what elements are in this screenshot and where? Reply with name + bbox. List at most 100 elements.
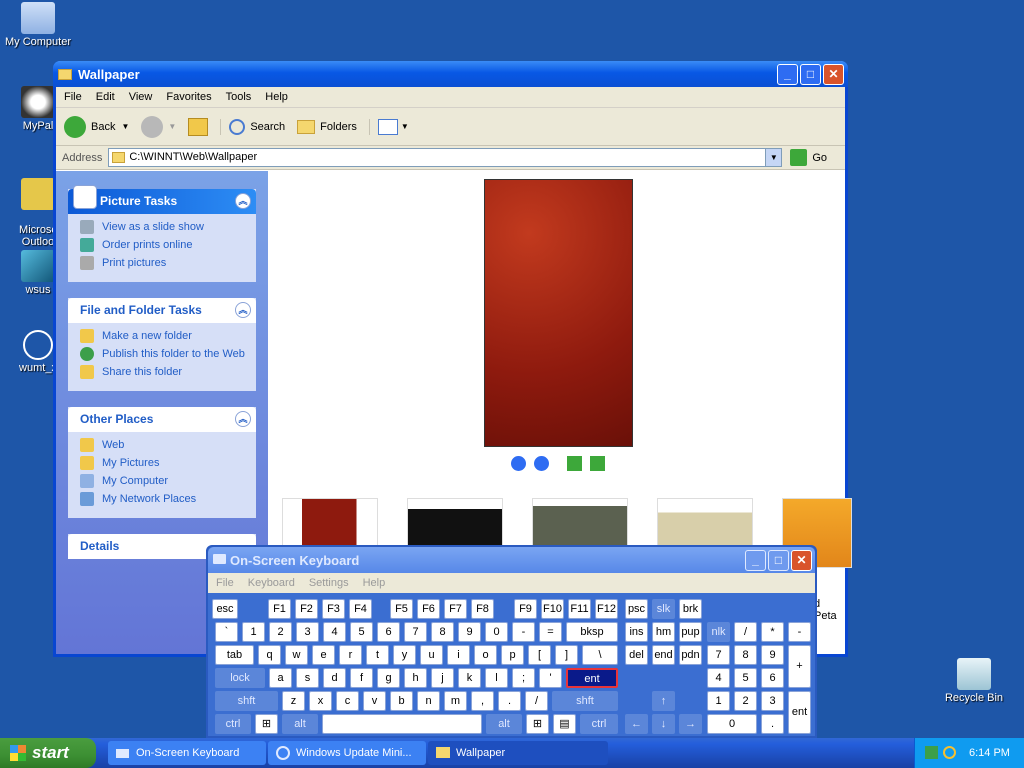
menu-file[interactable]: File bbox=[64, 91, 82, 103]
osk-key[interactable]: e bbox=[312, 645, 335, 665]
osk-key[interactable]: q bbox=[258, 645, 281, 665]
place-my-computer[interactable]: My Computer bbox=[80, 474, 246, 488]
osk-key[interactable]: k bbox=[458, 668, 481, 688]
task-share-folder[interactable]: Share this folder bbox=[80, 365, 246, 379]
task-new-folder[interactable]: Make a new folder bbox=[80, 329, 246, 343]
osk-key[interactable]: F1 bbox=[268, 599, 291, 619]
osk-key[interactable]: 4 bbox=[323, 622, 346, 642]
osk-key[interactable]: t bbox=[366, 645, 389, 665]
osk-key[interactable]: pdn bbox=[679, 645, 702, 665]
maximize-button[interactable]: □ bbox=[800, 63, 821, 85]
osk-key[interactable]: d bbox=[323, 668, 346, 688]
osk-key[interactable]: F6 bbox=[417, 599, 440, 619]
osk-key[interactable]: F8 bbox=[471, 599, 494, 619]
file-folder-tasks-header[interactable]: File and Folder Tasks ︽ bbox=[68, 298, 256, 323]
go-button[interactable]: Go bbox=[790, 149, 827, 166]
osk-key[interactable]: 0 bbox=[707, 714, 757, 734]
osk-maximize-button[interactable]: □ bbox=[768, 549, 789, 571]
osk-key[interactable]: nlk bbox=[707, 622, 730, 642]
osk-key[interactable]: F7 bbox=[444, 599, 467, 619]
osk-key[interactable]: b bbox=[390, 691, 413, 711]
osk-key[interactable]: tab bbox=[215, 645, 254, 665]
osk-key[interactable]: - bbox=[512, 622, 535, 642]
address-dropdown-button[interactable]: ▼ bbox=[765, 149, 782, 166]
picture-tasks-header[interactable]: Picture Tasks ︽ bbox=[68, 185, 256, 214]
osk-key[interactable]: shft bbox=[552, 691, 618, 711]
osk-key[interactable]: . bbox=[498, 691, 521, 711]
collapse-icon[interactable]: ︽ bbox=[235, 302, 251, 318]
osk-key[interactable]: ' bbox=[539, 668, 562, 688]
osk-key[interactable]: = bbox=[539, 622, 562, 642]
osk-key[interactable]: del bbox=[625, 645, 648, 665]
osk-key[interactable]: hm bbox=[652, 622, 675, 642]
osk-key[interactable]: o bbox=[474, 645, 497, 665]
osk-key[interactable]: m bbox=[444, 691, 467, 711]
menu-view[interactable]: View bbox=[129, 91, 153, 103]
osk-key[interactable]: ↑ bbox=[652, 691, 675, 711]
osk-key[interactable]: 7 bbox=[404, 622, 427, 642]
osk-key[interactable]: bksp bbox=[566, 622, 618, 642]
start-button[interactable]: start bbox=[0, 738, 96, 768]
osk-menu-help[interactable]: Help bbox=[363, 577, 386, 589]
osk-key[interactable]: ⊞ bbox=[255, 714, 278, 734]
osk-key[interactable]: brk bbox=[679, 599, 702, 619]
osk-key[interactable]: 2 bbox=[269, 622, 292, 642]
task-order-prints[interactable]: Order prints online bbox=[80, 238, 246, 252]
search-button[interactable]: Search bbox=[220, 118, 285, 135]
osk-key[interactable]: psc bbox=[625, 599, 648, 619]
osk-key[interactable]: . bbox=[761, 714, 784, 734]
menu-help[interactable]: Help bbox=[265, 91, 288, 103]
osk-key[interactable]: 1 bbox=[242, 622, 265, 642]
osk-key[interactable]: ; bbox=[512, 668, 535, 688]
osk-key[interactable]: ctrl bbox=[580, 714, 618, 734]
osk-key[interactable]: ← bbox=[625, 714, 648, 734]
osk-key[interactable]: x bbox=[309, 691, 332, 711]
osk-key[interactable]: 5 bbox=[350, 622, 373, 642]
osk-key[interactable]: / bbox=[734, 622, 757, 642]
osk-minimize-button[interactable]: _ bbox=[745, 549, 766, 571]
rotate-counterclockwise-icon[interactable] bbox=[590, 456, 605, 471]
place-network[interactable]: My Network Places bbox=[80, 492, 246, 506]
menu-edit[interactable]: Edit bbox=[96, 91, 115, 103]
osk-key[interactable]: j bbox=[431, 668, 454, 688]
osk-key[interactable]: u bbox=[420, 645, 443, 665]
other-places-header[interactable]: Other Places ︽ bbox=[68, 407, 256, 432]
osk-key[interactable]: h bbox=[404, 668, 427, 688]
osk-key[interactable]: ins bbox=[625, 622, 648, 642]
tray-search-icon[interactable] bbox=[943, 746, 956, 759]
taskbar-button-windows-update[interactable]: Windows Update Mini... bbox=[268, 741, 426, 765]
osk-key[interactable]: i bbox=[447, 645, 470, 665]
osk-key[interactable]: 7 bbox=[707, 645, 730, 665]
osk-key[interactable]: 6 bbox=[377, 622, 400, 642]
osk-key[interactable]: 6 bbox=[761, 668, 784, 688]
osk-key[interactable]: ↓ bbox=[652, 714, 675, 734]
rotate-clockwise-icon[interactable] bbox=[567, 456, 582, 471]
osk-key[interactable]: p bbox=[501, 645, 524, 665]
osk-key[interactable]: 1 bbox=[707, 691, 730, 711]
task-publish-web[interactable]: Publish this folder to the Web bbox=[80, 347, 246, 361]
osk-key[interactable]: 9 bbox=[458, 622, 481, 642]
osk-key[interactable]: ctrl bbox=[215, 714, 251, 734]
osk-key[interactable]: F10 bbox=[541, 599, 564, 619]
osk-key[interactable]: ⊞ bbox=[526, 714, 549, 734]
osk-key[interactable]: F12 bbox=[595, 599, 618, 619]
osk-key[interactable]: F9 bbox=[514, 599, 537, 619]
osk-key[interactable]: ` bbox=[215, 622, 238, 642]
osk-key[interactable]: F2 bbox=[295, 599, 318, 619]
desktop-icon-recycle-bin[interactable]: Recycle Bin bbox=[937, 658, 1011, 704]
folders-button[interactable]: Folders bbox=[297, 119, 357, 134]
menu-tools[interactable]: Tools bbox=[226, 91, 252, 103]
menu-favorites[interactable]: Favorites bbox=[166, 91, 211, 103]
osk-key[interactable]: pup bbox=[679, 622, 702, 642]
taskbar-button-osk[interactable]: On-Screen Keyboard bbox=[108, 741, 266, 765]
up-folder-button[interactable] bbox=[188, 117, 209, 136]
osk-key[interactable]: f bbox=[350, 668, 373, 688]
osk-key[interactable]: , bbox=[471, 691, 494, 711]
views-button[interactable]: ▼ bbox=[368, 118, 409, 135]
osk-key[interactable]: ent bbox=[788, 691, 811, 734]
task-view-slideshow[interactable]: View as a slide show bbox=[80, 220, 246, 234]
osk-key[interactable]: c bbox=[336, 691, 359, 711]
osk-key[interactable]: y bbox=[393, 645, 416, 665]
close-button[interactable]: ✕ bbox=[823, 63, 844, 85]
osk-key[interactable]: 4 bbox=[707, 668, 730, 688]
